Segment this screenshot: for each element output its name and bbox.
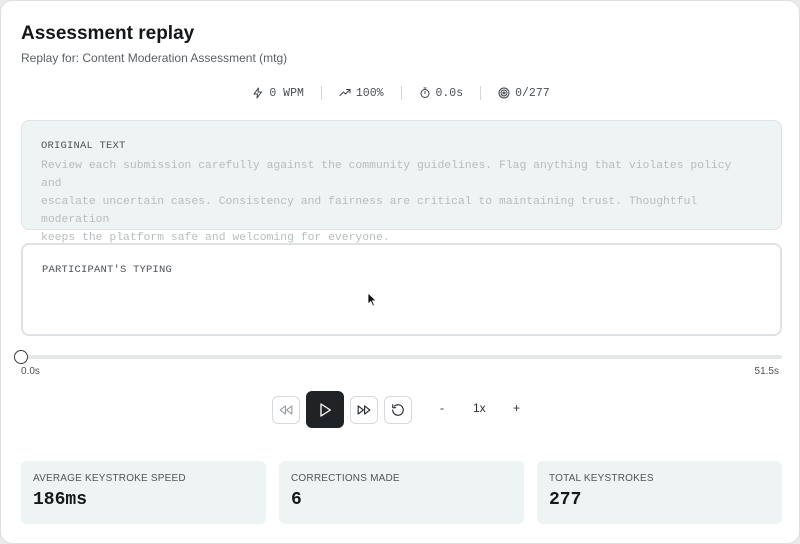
original-text-body: Review each submission carefully against… xyxy=(41,157,756,247)
timeline-end-label: 51.5s xyxy=(754,366,779,377)
metric-card-corrections: CORRECTIONS MADE 6 xyxy=(279,461,524,524)
timer-icon xyxy=(420,87,429,98)
playback-speed-value: 1x xyxy=(473,401,486,415)
stat-progress: 0/277 xyxy=(481,87,567,100)
stats-bar: 0 WPM 100% 0.0s 0/277 xyxy=(1,85,800,101)
metric-value: 6 xyxy=(291,490,302,510)
trending-up-icon xyxy=(339,89,351,96)
stat-progress-value: 0/277 xyxy=(515,86,550,100)
play-icon xyxy=(320,402,331,417)
original-text-label: ORIGINAL TEXT xyxy=(41,140,126,152)
metric-card-keystroke-speed: AVERAGE KEYSTROKE SPEED 186ms xyxy=(21,461,266,524)
rewind-icon xyxy=(279,405,293,415)
timeline-track[interactable] xyxy=(21,355,782,359)
lightning-icon xyxy=(253,87,263,99)
rewind-button[interactable] xyxy=(272,396,300,424)
stat-wpm: 0 WPM xyxy=(235,87,321,100)
restart-button[interactable] xyxy=(384,396,412,424)
stat-time: 0.0s xyxy=(402,87,481,100)
play-button[interactable] xyxy=(306,391,344,428)
timeline-start-label: 0.0s xyxy=(21,366,40,377)
playback-controls: - 1x + xyxy=(1,391,800,428)
metric-value: 186ms xyxy=(33,490,88,510)
metric-label: TOTAL KEYSTROKES xyxy=(549,473,654,484)
speed-decrease-button[interactable]: - xyxy=(440,401,444,415)
speed-increase-button[interactable]: + xyxy=(513,401,520,415)
original-text-panel: ORIGINAL TEXT Review each submission car… xyxy=(21,120,782,244)
stat-accuracy: 100% xyxy=(322,87,401,100)
participant-typing-label: PARTICIPANT'S TYPING xyxy=(42,264,173,276)
fast-forward-icon xyxy=(357,405,371,415)
target-icon xyxy=(498,87,510,99)
restart-icon xyxy=(392,404,404,416)
page-title: Assessment replay xyxy=(21,23,195,44)
page-subtitle: Replay for: Content Moderation Assessmen… xyxy=(21,51,288,65)
stat-time-value: 0.0s xyxy=(435,86,464,100)
metric-card-total-keystrokes: TOTAL KEYSTROKES 277 xyxy=(537,461,782,524)
timeline-scrubber-handle[interactable] xyxy=(14,350,28,364)
stat-accuracy-value: 100% xyxy=(355,86,384,100)
original-text-line: Review each submission carefully against… xyxy=(41,160,732,190)
metric-label: CORRECTIONS MADE xyxy=(291,473,400,484)
original-text-line: escalate uncertain cases. Consistency an… xyxy=(41,196,698,226)
mouse-pointer-icon xyxy=(367,292,378,307)
metric-value: 277 xyxy=(549,490,582,510)
replay-card: Assessment replay Replay for: Content Mo… xyxy=(0,0,800,544)
participant-typing-panel[interactable]: PARTICIPANT'S TYPING xyxy=(21,243,782,336)
metric-label: AVERAGE KEYSTROKE SPEED xyxy=(33,473,186,484)
stat-wpm-value: 0 WPM xyxy=(269,86,304,100)
fast-forward-button[interactable] xyxy=(350,396,378,424)
